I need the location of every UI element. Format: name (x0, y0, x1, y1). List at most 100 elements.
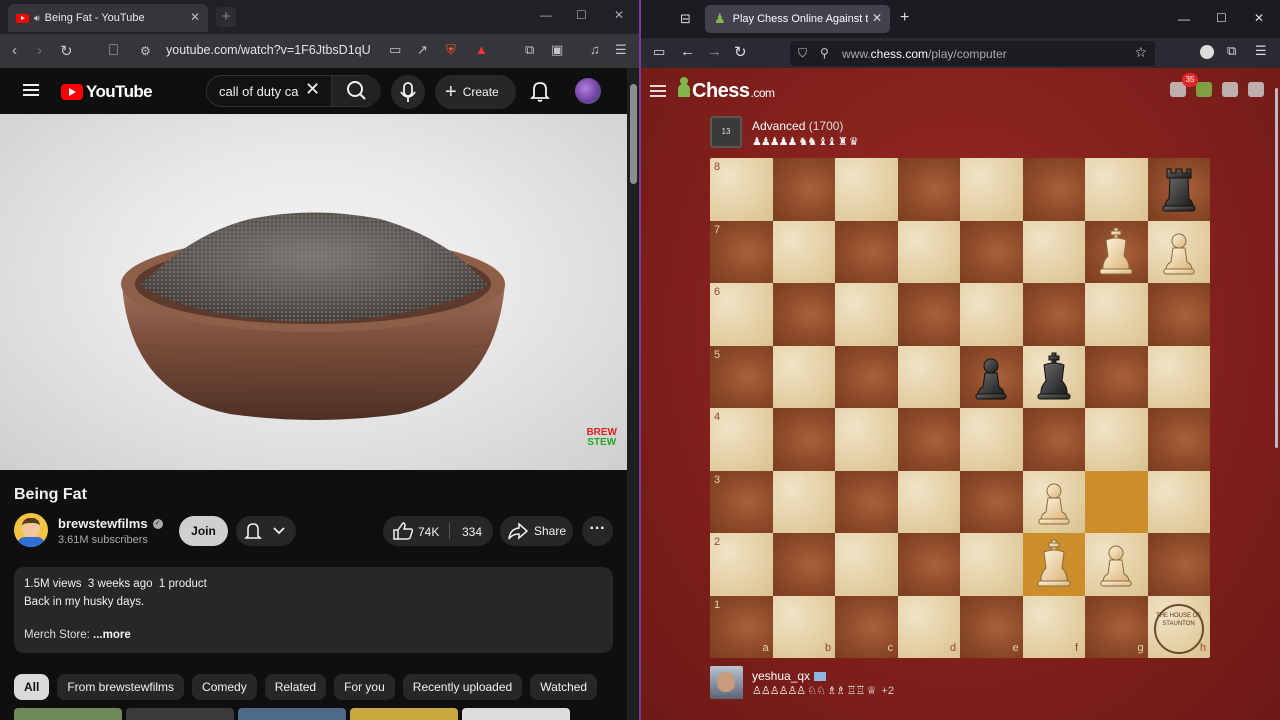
black-rook-piece-icon[interactable] (1148, 158, 1211, 221)
sidebar-icon[interactable]: ▣ (551, 42, 563, 58)
chess-logo[interactable]: Chess .com (678, 77, 775, 103)
square-f8[interactable] (1022, 158, 1085, 221)
video-player[interactable]: BREW STEW (0, 114, 627, 470)
chip-related[interactable]: Related (264, 674, 327, 700)
subscription-bell-button[interactable] (236, 516, 296, 546)
square-c6[interactable] (835, 283, 898, 346)
square-e7[interactable] (960, 220, 1023, 283)
like-count[interactable]: 74K (418, 525, 439, 539)
player-avatar[interactable] (710, 666, 743, 699)
square-g3[interactable] (1085, 470, 1148, 533)
player-name[interactable]: yeshua_qx (752, 669, 827, 683)
square-c2[interactable] (835, 533, 898, 596)
thumbnail[interactable] (350, 708, 458, 720)
new-tab-button[interactable]: + (216, 7, 236, 27)
square-h6[interactable] (1147, 283, 1210, 346)
square-b7[interactable] (772, 220, 835, 283)
square-d5[interactable] (897, 345, 960, 408)
white-pawn-piece-icon[interactable] (1085, 533, 1148, 596)
forward-icon[interactable]: → (707, 43, 722, 60)
close-tab-icon[interactable]: ✕ (190, 10, 200, 24)
square-h3[interactable] (1147, 470, 1210, 533)
reload-icon[interactable]: ↻ (734, 43, 747, 61)
square-b3[interactable] (772, 470, 835, 533)
square-e6[interactable] (960, 283, 1023, 346)
description-box[interactable]: 1.5M views 3 weeks ago 1 product Back in… (14, 567, 613, 653)
chip-recently-uploaded[interactable]: Recently uploaded (402, 674, 523, 700)
new-tab-icon[interactable]: + (900, 9, 909, 27)
white-pawn-piece-icon[interactable] (1148, 221, 1211, 284)
chip-from-channel[interactable]: From brewstewfilms (57, 674, 185, 700)
cast-icon[interactable]: ▭ (389, 42, 401, 58)
square-b4[interactable] (772, 408, 835, 471)
square-h5[interactable] (1147, 345, 1210, 408)
permissions-icon[interactable]: ⚲ (820, 46, 829, 60)
clear-search-icon[interactable]: ✕ (305, 79, 320, 100)
square-e8[interactable] (960, 158, 1023, 221)
shield-icon[interactable]: ⛉ (798, 46, 807, 61)
channel-name[interactable]: brewstewfilms ✓ (58, 516, 163, 531)
chip-for-you[interactable]: For you (334, 674, 395, 700)
square-b6[interactable] (772, 283, 835, 346)
minimize-icon[interactable]: — (1178, 12, 1190, 26)
share-page-icon[interactable]: ↗ (417, 42, 428, 58)
channel-avatar[interactable] (14, 513, 48, 547)
square-d6[interactable] (897, 283, 960, 346)
url-bar[interactable]: youtube.com/watch?v=1F6JtbsD1qU (166, 43, 371, 57)
menu-icon[interactable]: ☰ (615, 42, 627, 58)
white-king-piece-icon[interactable] (1085, 221, 1148, 284)
square-b2[interactable] (772, 533, 835, 596)
more-actions-button[interactable]: ··· (582, 516, 613, 546)
dislike-count[interactable]: 334 (462, 525, 482, 539)
square-d8[interactable] (897, 158, 960, 221)
thumbnail[interactable] (462, 708, 570, 720)
square-f6[interactable] (1022, 283, 1085, 346)
chip-all[interactable]: All (14, 674, 50, 700)
sidebar-icon[interactable]: ▭ (653, 44, 665, 60)
notifications-bell-icon[interactable] (530, 80, 550, 102)
friends-icon[interactable] (1196, 82, 1212, 97)
square-e2[interactable] (960, 533, 1023, 596)
create-button[interactable]: + Create (435, 75, 516, 109)
chip-comedy[interactable]: Comedy (192, 674, 257, 700)
rewards-icon[interactable]: ▲ (475, 42, 488, 57)
tab-overview-icon[interactable]: ⊟ (680, 11, 691, 27)
square-b8[interactable] (772, 158, 835, 221)
voice-search-button[interactable] (391, 75, 425, 109)
square-c7[interactable] (835, 220, 898, 283)
square-e4[interactable] (960, 408, 1023, 471)
close-window-icon[interactable]: ✕ (1254, 11, 1264, 25)
square-c8[interactable] (835, 158, 898, 221)
youtube-logo[interactable]: YouTube (61, 82, 153, 102)
guide-menu-icon[interactable] (23, 84, 39, 86)
show-more-link[interactable]: ...more (93, 629, 131, 641)
chess-tab[interactable]: ♟ Play Chess Online Against the C ✕ (705, 5, 890, 33)
messages-icon[interactable] (1222, 82, 1238, 97)
chess-board[interactable]: 87654321abcdefgh THE HOUSE OF STAUNTON (710, 158, 1210, 658)
square-e3[interactable] (960, 470, 1023, 533)
square-d2[interactable] (897, 533, 960, 596)
square-g8[interactable] (1085, 158, 1148, 221)
site-info-icon[interactable]: ⚙ (140, 44, 151, 58)
youtube-tab[interactable]: 🔊︎ Being Fat - YouTube ✕ (8, 4, 208, 32)
square-f4[interactable] (1022, 408, 1085, 471)
search-box[interactable]: call of duty ca ✕ (206, 75, 381, 107)
forward-icon[interactable]: › (37, 42, 42, 59)
bookmark-icon[interactable]: ⎕ (109, 42, 118, 59)
chip-watched[interactable]: Watched (530, 674, 598, 700)
square-d4[interactable] (897, 408, 960, 471)
square-h4[interactable] (1147, 408, 1210, 471)
extensions-icon[interactable]: ⧉ (1227, 43, 1236, 59)
bookmark-star-icon[interactable]: ☆ (1134, 44, 1147, 61)
black-king-piece-icon[interactable] (1023, 346, 1086, 409)
menu-icon[interactable]: ☰ (1255, 43, 1267, 59)
join-button[interactable]: Join (179, 516, 228, 546)
square-d7[interactable] (897, 220, 960, 283)
minimize-icon[interactable]: — (540, 8, 552, 22)
extensions-icon[interactable]: ⧉ (525, 42, 534, 58)
chess-menu-icon[interactable] (650, 85, 666, 87)
share-button[interactable]: Share (500, 516, 573, 546)
thumbs-up-icon[interactable] (389, 516, 419, 546)
url-bar[interactable]: ⛉ ⚲ www.chess.com/play/computer ☆ (790, 41, 1155, 66)
right-scrollbar[interactable] (1274, 68, 1280, 720)
